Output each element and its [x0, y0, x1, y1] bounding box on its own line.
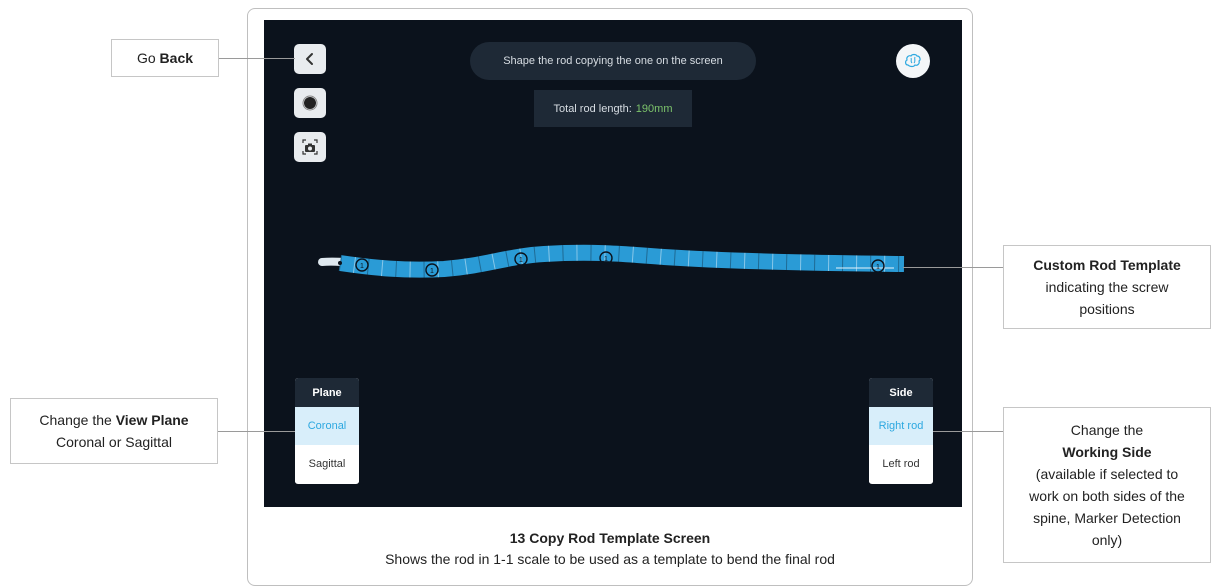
- back-chevron-icon: [306, 53, 313, 65]
- leader-line-view-plane: [218, 431, 295, 432]
- instruction-banner: Shape the rod copying the one on the scr…: [470, 42, 756, 80]
- callout-working-side: Change the Working Side (available if se…: [1003, 407, 1211, 563]
- rod-template: 1 1 1 1 1: [318, 244, 905, 278]
- side-panel-header: Side: [869, 378, 933, 407]
- camera-icon: [302, 139, 318, 155]
- leader-line-custom-rod: [903, 267, 1003, 268]
- screen-caption: 13 Copy Rod Template Screen Shows the ro…: [247, 528, 973, 570]
- brain-button[interactable]: [896, 44, 930, 78]
- callout-view-plane: Change the View Plane Coronal or Sagitta…: [10, 398, 218, 464]
- callout-go-back: Go Back: [111, 39, 219, 77]
- svg-text:1: 1: [360, 263, 364, 270]
- plane-panel: Plane Coronal Sagittal: [295, 378, 359, 484]
- app-screen: Shape the rod copying the one on the scr…: [264, 20, 962, 507]
- rod-length-label: Total rod length:: [553, 102, 632, 115]
- brain-icon: [905, 53, 921, 68]
- record-icon: [302, 95, 318, 111]
- callout-custom-rod: Custom Rod Template indicating the screw…: [1003, 245, 1211, 329]
- side-option-left-rod[interactable]: Left rod: [869, 445, 933, 483]
- caption-subtitle: Shows the rod in 1-1 scale to be used as…: [385, 551, 835, 567]
- rod-length-box: Total rod length: 190mm: [534, 90, 692, 127]
- camera-button[interactable]: [294, 132, 326, 162]
- back-button[interactable]: [294, 44, 326, 74]
- caption-title: 13 Copy Rod Template Screen: [509, 530, 711, 546]
- svg-text:1: 1: [430, 268, 434, 275]
- leader-line-working-side: [933, 431, 1003, 432]
- plane-option-coronal[interactable]: Coronal: [295, 407, 359, 445]
- instruction-text: Shape the rod copying the one on the scr…: [503, 55, 723, 67]
- side-panel: Side Right rod Left rod: [869, 378, 933, 484]
- plane-panel-header: Plane: [295, 378, 359, 407]
- svg-text:1: 1: [604, 256, 608, 263]
- svg-text:1: 1: [876, 264, 880, 271]
- side-option-right-rod[interactable]: Right rod: [869, 407, 933, 445]
- record-button[interactable]: [294, 88, 326, 118]
- leader-line-go-back: [219, 58, 295, 59]
- rod-length-value: 190mm: [635, 102, 673, 115]
- plane-option-sagittal[interactable]: Sagittal: [295, 445, 359, 483]
- svg-text:1: 1: [519, 257, 523, 264]
